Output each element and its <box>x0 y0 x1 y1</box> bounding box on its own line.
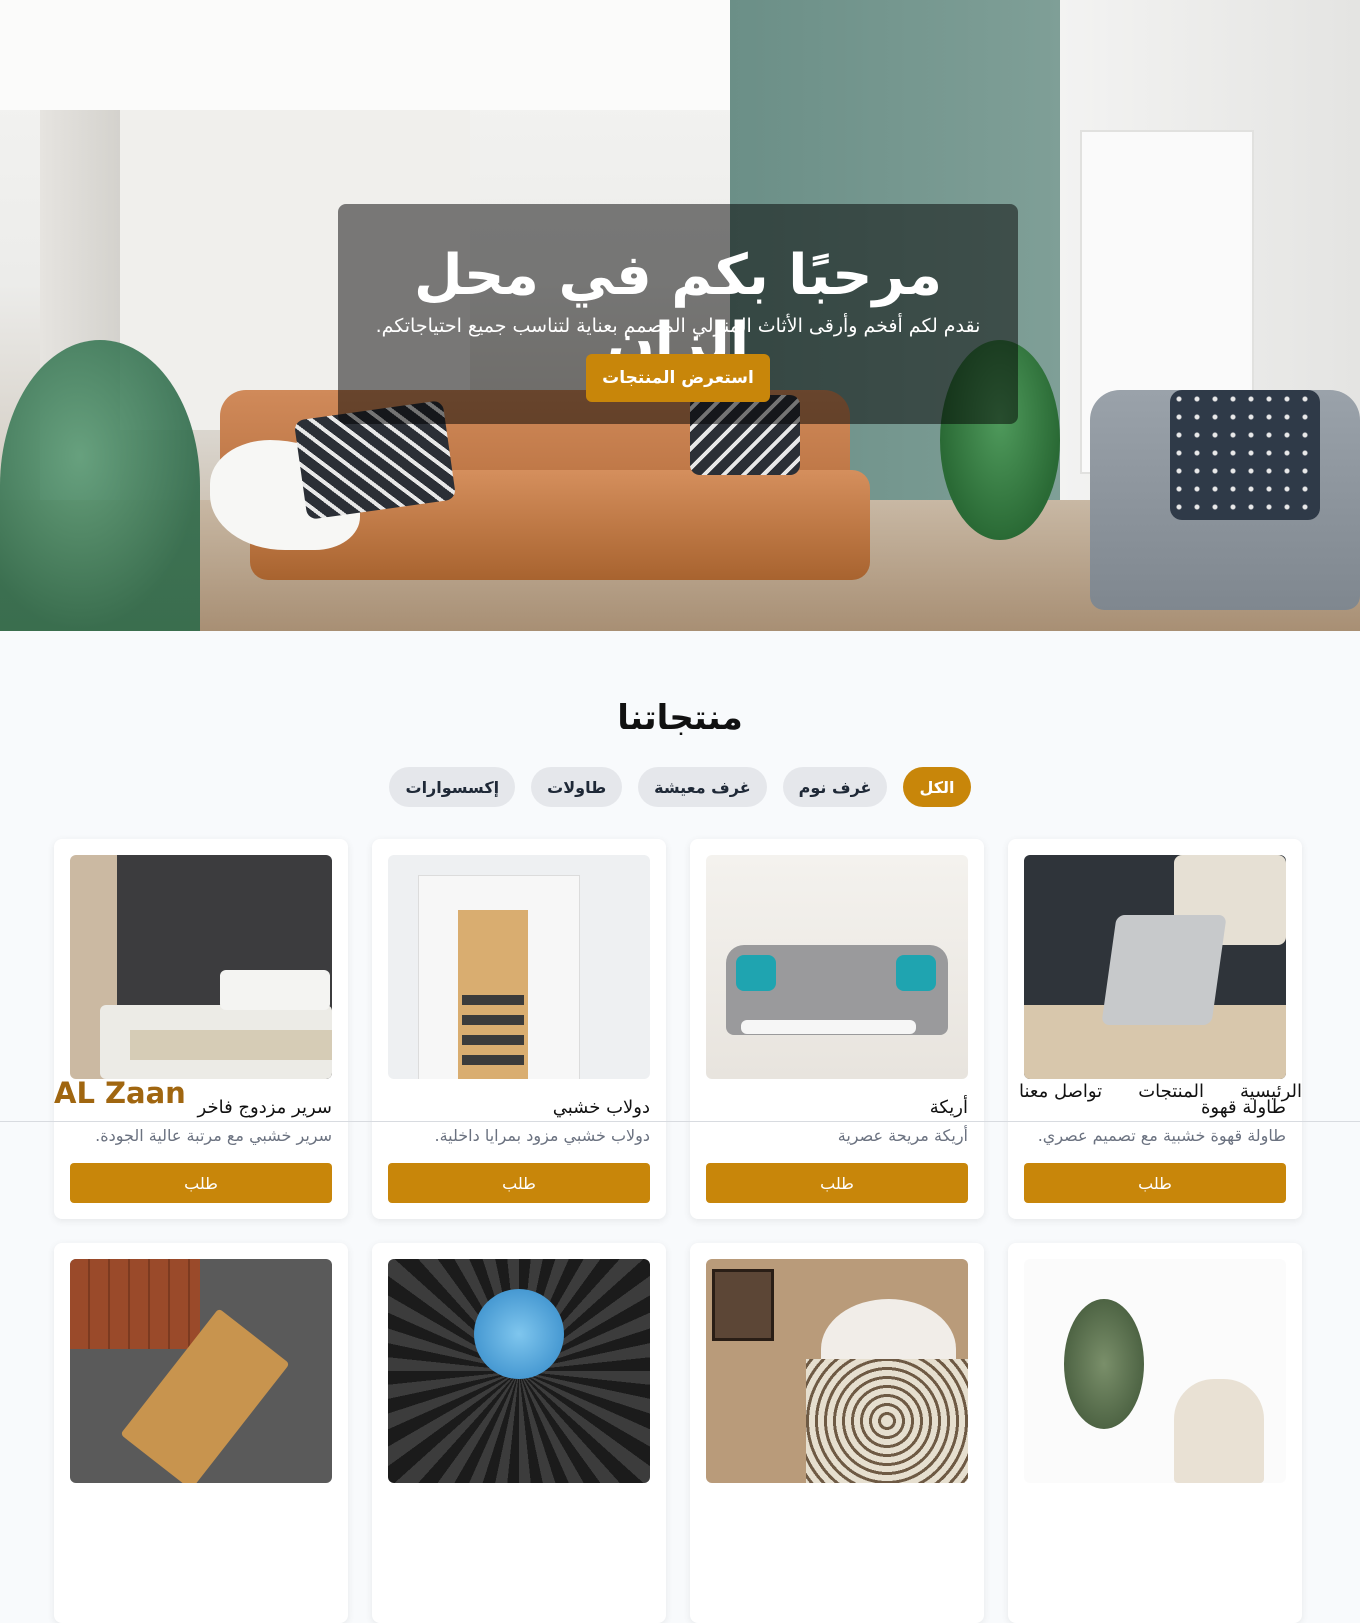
filter-all[interactable]: الكل <box>903 767 971 807</box>
product-card: أريكة أريكة مريحة عصرية طلب <box>690 839 984 1219</box>
product-name: أريكة <box>929 1097 968 1118</box>
products-title: منتجاتنا <box>617 698 743 738</box>
product-card <box>1008 1243 1302 1623</box>
product-image <box>1024 1259 1286 1483</box>
product-image <box>70 1259 332 1483</box>
product-description: سرير خشبي مع مرتبة عالية الجودة. <box>95 1126 332 1145</box>
hero-overlay: مرحبًا بكم في محل الزان نقدم لكم أفخم وأ… <box>338 204 1018 424</box>
filter-bedrooms[interactable]: غرف نوم <box>782 767 888 807</box>
product-description: طاولة قهوة خشبية مع تصميم عصري. <box>1037 1126 1286 1145</box>
order-button[interactable]: طلب <box>388 1163 650 1203</box>
order-button[interactable]: طلب <box>706 1163 968 1203</box>
filter-accessories[interactable]: إكسسوارات <box>389 767 516 807</box>
product-image <box>388 855 650 1079</box>
filter-living-rooms[interactable]: غرف معيشة <box>638 767 767 807</box>
product-image <box>388 1259 650 1483</box>
nav-contact[interactable]: تواصل معنا <box>1019 1078 1102 1106</box>
browse-products-button[interactable]: استعرض المنتجات <box>586 354 770 402</box>
hero-section: مرحبًا بكم في محل الزان نقدم لكم أفخم وأ… <box>0 0 1360 631</box>
product-card: طاولة قهوة طاولة قهوة خشبية مع تصميم عصر… <box>1008 839 1302 1219</box>
product-image <box>1024 855 1286 1079</box>
category-filters: الكل غرف نوم غرف معيشة طاولات إكسسوارات <box>0 767 1360 807</box>
filter-tables[interactable]: طاولات <box>531 767 623 807</box>
hero-image-plant <box>0 340 200 631</box>
header-divider <box>0 1121 1360 1122</box>
hero-image-pillow <box>1170 390 1320 520</box>
product-image <box>706 1259 968 1483</box>
product-name: دولاب خشبي <box>552 1097 650 1118</box>
product-card <box>372 1243 666 1623</box>
nav-products[interactable]: المنتجات <box>1138 1078 1204 1106</box>
order-button[interactable]: طلب <box>70 1163 332 1203</box>
product-image <box>706 855 968 1079</box>
site-logo[interactable]: AL Zaan <box>54 1076 214 1110</box>
nav-home[interactable]: الرئيسية <box>1240 1078 1302 1106</box>
product-card: دولاب خشبي دولاب خشبي مزود بمرايا داخلية… <box>372 839 666 1219</box>
product-card <box>54 1243 348 1623</box>
main-nav: الرئيسية المنتجات تواصل معنا <box>1019 1078 1302 1106</box>
product-card: سرير مزدوج فاخر سرير خشبي مع مرتبة عالية… <box>54 839 348 1219</box>
hero-subtitle: نقدم لكم أفخم وأرقى الأثاث المنزلي المصم… <box>375 315 981 337</box>
order-button[interactable]: طلب <box>1024 1163 1286 1203</box>
product-card <box>690 1243 984 1623</box>
product-image <box>70 855 332 1079</box>
product-description: دولاب خشبي مزود بمرايا داخلية. <box>434 1126 650 1145</box>
product-description: أريكة مريحة عصرية <box>837 1126 968 1145</box>
